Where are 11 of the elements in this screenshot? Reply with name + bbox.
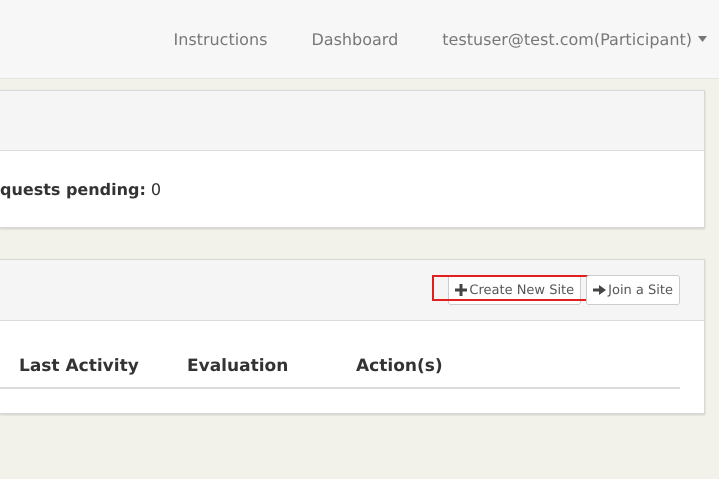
column-header: Action(s) [356, 356, 444, 376]
arrow-right-icon [593, 284, 606, 296]
caret-icon [698, 36, 707, 42]
requests-pending-text: quests pending: 0 [0, 180, 162, 198]
plus-icon [455, 284, 468, 296]
join-site-button[interactable]: Join a Site [586, 275, 680, 305]
nav-link[interactable]: Dashboard [289, 30, 420, 48]
user-menu[interactable]: testuser@test.com(Participant) [420, 30, 707, 48]
column-header: Last Activity [18, 356, 140, 376]
nav-link[interactable]: Instructions [151, 30, 290, 48]
column-header: Evaluation [187, 356, 290, 376]
